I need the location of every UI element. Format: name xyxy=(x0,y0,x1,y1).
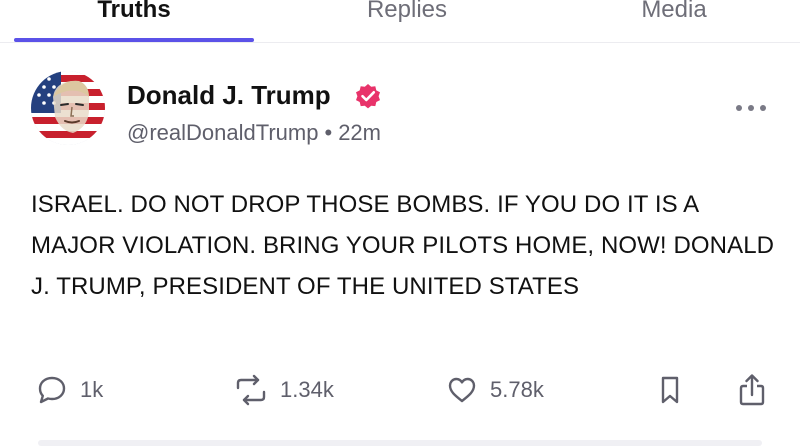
retruth-button[interactable]: 1.34k xyxy=(234,372,334,408)
reply-count: 1k xyxy=(80,377,104,402)
handle-line: @realDonaldTrump • 22m xyxy=(127,120,381,146)
tabs-divider xyxy=(0,42,800,43)
post-time: 22m xyxy=(338,120,381,145)
reply-button[interactable]: 1k xyxy=(36,372,103,408)
truth-post: Donald J. Trump @realDonaldTrump • 22m ISR… xyxy=(0,44,800,446)
display-name[interactable]: Donald J. Trump xyxy=(127,80,331,111)
heart-icon xyxy=(448,377,476,403)
share-icon xyxy=(739,374,765,406)
retruth-icon xyxy=(236,374,266,406)
like-button[interactable]: 5.78k xyxy=(446,372,544,408)
profile-tabs: Truths Replies Media xyxy=(0,0,800,44)
tab-replies[interactable]: Replies xyxy=(287,0,527,28)
handle[interactable]: @realDonaldTrump xyxy=(127,120,318,145)
post-text: ISRAEL. DO NOT DROP THOSE BOMBS. IF YOU … xyxy=(31,191,775,300)
like-count: 5.78k xyxy=(490,377,544,402)
bookmark-icon xyxy=(661,376,679,404)
verified-badge-icon xyxy=(356,84,380,109)
tab-media[interactable]: Media xyxy=(554,0,794,28)
tab-truths[interactable]: Truths xyxy=(14,0,254,28)
more-options-icon[interactable] xyxy=(734,102,768,114)
next-post-edge xyxy=(38,440,762,446)
share-button[interactable] xyxy=(737,372,767,408)
comment-icon xyxy=(38,376,66,404)
avatar[interactable] xyxy=(31,71,105,145)
retruth-count: 1.34k xyxy=(280,377,334,402)
avatar-image xyxy=(31,71,105,145)
separator-dot: • xyxy=(324,120,333,145)
bookmark-button[interactable] xyxy=(656,372,684,408)
